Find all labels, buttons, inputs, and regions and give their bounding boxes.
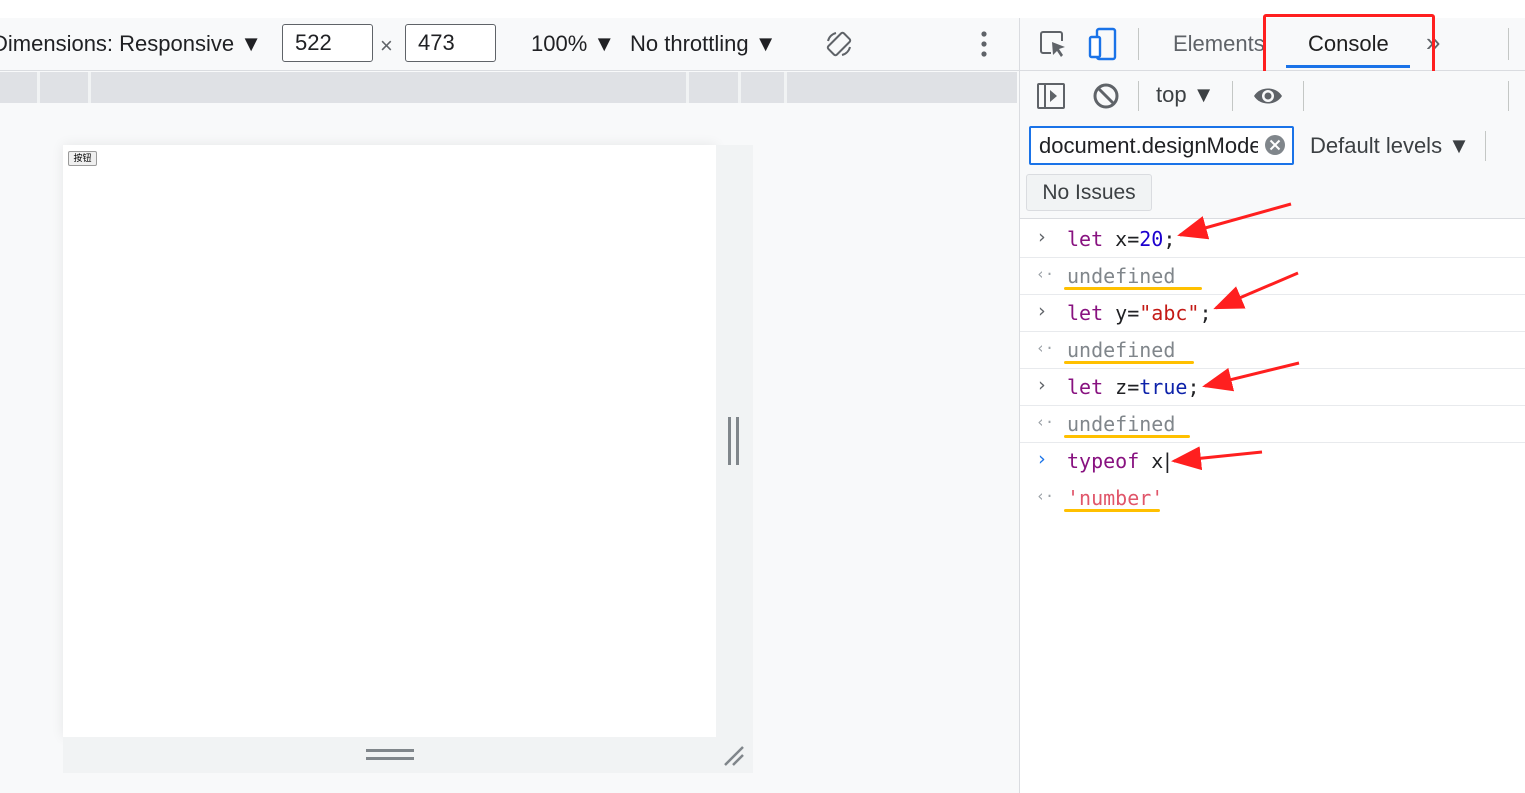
rotate-icon[interactable]	[824, 29, 854, 59]
dimension-times-symbol: ×	[380, 33, 393, 58]
ruler-divider	[738, 72, 741, 103]
devtools-panel: Elements Console » top ▼ document.design…	[1019, 14, 1525, 793]
arrow-annotations	[1171, 202, 1300, 471]
device-toolbar: Dimensions: Responsive ▼ × 100% ▼ No thr…	[0, 18, 1019, 71]
throttling-dropdown[interactable]: No throttling ▼	[630, 31, 777, 57]
annotation-arrow	[1202, 361, 1300, 392]
grip-line	[366, 757, 414, 760]
grip-line	[728, 417, 731, 465]
emulated-viewport: 按钮	[63, 145, 716, 737]
media-query-ruler[interactable]	[0, 72, 1017, 103]
ruler-divider	[88, 72, 91, 103]
ruler-divider	[686, 72, 689, 103]
annotation-arrow	[1213, 271, 1299, 310]
more-vertical-icon[interactable]	[978, 30, 990, 58]
zoom-dropdown[interactable]: 100% ▼	[531, 31, 615, 57]
annotation-arrow	[1171, 446, 1263, 471]
ruler-divider	[37, 72, 40, 103]
page-button[interactable]: 按钮	[68, 151, 97, 166]
annotation-arrow	[1177, 202, 1292, 240]
ruler-divider	[784, 72, 787, 103]
right-resize-handle[interactable]	[716, 145, 753, 737]
grip-line	[366, 749, 414, 752]
bottom-resize-handle[interactable]	[63, 737, 753, 773]
width-input[interactable]	[282, 24, 373, 62]
dimensions-dropdown[interactable]: Dimensions: Responsive ▼	[0, 31, 262, 57]
grip-line	[736, 417, 739, 465]
height-input[interactable]	[405, 24, 496, 62]
corner-resize-icon[interactable]	[723, 745, 745, 767]
